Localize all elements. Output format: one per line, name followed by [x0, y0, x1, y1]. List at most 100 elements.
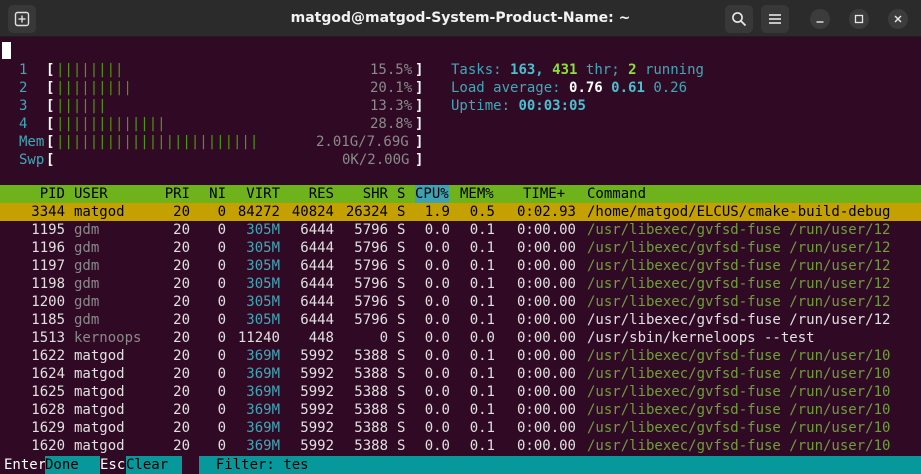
swp-meter: Swp [ 0K/2.00G ] [0, 151, 427, 169]
cell-pid: 3344 [31, 204, 65, 220]
cell-res: 5992 [300, 384, 334, 400]
done-label[interactable]: Done [45, 456, 100, 474]
cell-s: S [397, 366, 406, 382]
cell-cpu: 0.0 [424, 294, 450, 310]
cell-pid: 1185 [31, 312, 65, 328]
cell-res: 5992 [300, 348, 334, 364]
cell-res: 6444 [300, 294, 334, 310]
cell-cmd: /usr/libexec/gvfsd-fuse /run/user/10 [587, 438, 891, 454]
table-row[interactable]: 1200 gdm 20 0 305M 6444 5796 S 0.0 0.1 0:00.00/usr… [0, 293, 921, 311]
header-virt[interactable]: VIRT [233, 185, 280, 203]
cell-time: 0:00.00 [516, 258, 576, 274]
mem-meter: Mem [ |||||||||||||||||||||||| 2.01G/7.6… [0, 133, 427, 151]
header-time[interactable]: TIME+ [523, 185, 565, 203]
cell-mem: 0.5 [469, 204, 495, 220]
cell-mem: 0.0 [469, 330, 495, 346]
table-row[interactable]: 1620 matgod 20 0 369M 5992 5388 S 0.0 0.1 0:00.00 /… [0, 437, 921, 455]
table-row[interactable]: 1622 matgod 20 0 369M 5992 5388 S 0.0 0.1 0:00.00 /… [0, 347, 921, 365]
cell-res: 6444 [300, 276, 334, 292]
cell-pri: 20 [173, 204, 190, 220]
filter-input[interactable]: Filter: tes [199, 456, 921, 474]
cell-mem: 0.1 [469, 402, 495, 418]
cell-res: 5992 [300, 366, 334, 382]
cell-mem: 0.1 [469, 366, 495, 382]
cell-user: kernoops [74, 330, 142, 346]
table-row[interactable]: 1185 gdm 20 0 305M 6444 5796 S 0.0 0.1 0:00.00/usr… [0, 311, 921, 329]
bracket-open: [ [46, 134, 55, 150]
tasks-summary: Tasks: 163, 431 thr; 2 running [451, 62, 704, 78]
maximize-button[interactable] [849, 9, 869, 29]
bracket-close: ] [415, 98, 424, 114]
cell-time: 0:00.00 [516, 348, 576, 364]
table-row[interactable]: 1624 matgod 20 0 369M 5992 5388 S 0.0 0.1 0:00.00 /… [0, 365, 921, 383]
cell-s: S [397, 204, 406, 220]
header-pri[interactable]: PRI [155, 185, 190, 203]
table-row[interactable]: 1195 gdm 20 0 305M 6444 5796 S 0.0 0.1 0:00.00/usr… [0, 221, 921, 239]
table-row[interactable]: 1198 gdm 20 0 305M 6444 5796 S 0.0 0.1 0:00.00/usr… [0, 275, 921, 293]
table-row[interactable]: 1628 matgod 20 0 369M 5992 5388 S 0.0 0.1 0:00.00 /… [0, 401, 921, 419]
cpu-meter-3: 3 [ |||||| 13.3% ] [0, 97, 427, 115]
header-pid[interactable]: PID [0, 185, 65, 203]
cell-virt: 11240 [237, 330, 280, 346]
header-res[interactable]: RES [287, 185, 334, 203]
header-cpu[interactable]: CPU% [415, 185, 449, 203]
cell-cpu: 0.0 [424, 222, 450, 238]
cell-time: 0:00.00 [516, 330, 576, 346]
cell-time: 0:00.00 [516, 222, 576, 238]
cpu-value: 15.5% [370, 62, 413, 78]
cell-s: S [397, 348, 406, 364]
maximize-icon [854, 14, 864, 24]
cell-pri: 20 [173, 330, 190, 346]
cell-time: 0:02.93 [516, 204, 576, 220]
cell-res: 5992 [300, 438, 334, 454]
cell-pid: 1625 [31, 384, 65, 400]
cell-cmd: /usr/libexec/gvfsd-fuse /run/user/12 [587, 294, 891, 310]
cell-pid: 1195 [31, 222, 65, 238]
menu-button[interactable] [761, 5, 789, 33]
cell-user: matgod [74, 402, 125, 418]
cell-pid: 1197 [31, 258, 65, 274]
header-ni[interactable]: NI [196, 185, 226, 203]
cell-ni: 0 [217, 294, 226, 310]
cell-s: S [397, 222, 406, 238]
cell-res: 6444 [300, 258, 334, 274]
header-shr[interactable]: SHR [341, 185, 388, 203]
table-row[interactable]: 1625 matgod 20 0 369M 5992 5388 S 0.0 0.1 0:00.00 /… [0, 383, 921, 401]
uptime: Uptime: 00:03:05 [451, 98, 586, 114]
cell-cpu: 0.0 [424, 384, 450, 400]
search-button[interactable] [725, 5, 753, 33]
minimize-button[interactable] [810, 9, 830, 29]
cell-pid: 1513 [31, 330, 65, 346]
close-button[interactable] [888, 9, 908, 29]
header-mem[interactable]: MEM% [460, 185, 494, 203]
cell-mem: 0.1 [469, 312, 495, 328]
table-row[interactable]: 1513 kernoops 20 0 11240 448 0 S 0.0 0.0 0:00.00/u… [0, 329, 921, 347]
cell-res: 5992 [300, 420, 334, 436]
cell-user: matgod [74, 438, 125, 454]
cpu-label: 3 [19, 98, 28, 114]
header-user[interactable]: USER [74, 185, 108, 203]
header-state[interactable]: S [397, 185, 405, 203]
cell-user: matgod [74, 366, 125, 382]
cell-user: gdm [74, 276, 100, 292]
cell-shr: 5796 [354, 240, 388, 256]
cell-shr: 26324 [345, 204, 388, 220]
table-row[interactable]: 1196 gdm 20 0 305M 6444 5796 S 0.0 0.1 0:00.00/usr… [0, 239, 921, 257]
clear-label[interactable]: Clear [126, 456, 182, 474]
bracket-open: [ [46, 80, 55, 96]
cell-cpu: 0.0 [424, 402, 450, 418]
hamburger-menu-icon [769, 14, 781, 24]
cpu-value: 28.8% [370, 116, 413, 132]
cell-pid: 1200 [31, 294, 65, 310]
cell-virt: 369M [246, 438, 280, 454]
cpu-label: 4 [19, 116, 28, 132]
enter-key[interactable]: Enter [4, 456, 46, 474]
terminal-area[interactable]: 1 [ |||||||| 15.5% ] 2 [ ||||||||| 20.1%… [0, 37, 921, 474]
cell-s: S [397, 312, 406, 328]
table-row-selected[interactable]: 3344 matgod 20 0 84272 40824 26324 S 1.9 0.5 0:02.… [0, 203, 921, 221]
table-row[interactable]: 1197 gdm 20 0 305M 6444 5796 S 0.0 0.1 0:00.00/usr… [0, 257, 921, 275]
header-command[interactable]: Command [587, 185, 646, 203]
table-row[interactable]: 1629 matgod 20 0 369M 5992 5388 S 0.0 0.1 0:00.00 /… [0, 419, 921, 437]
esc-key[interactable]: Esc [100, 456, 125, 474]
cell-cmd: /usr/libexec/gvfsd-fuse /run/user/12 [587, 276, 891, 292]
